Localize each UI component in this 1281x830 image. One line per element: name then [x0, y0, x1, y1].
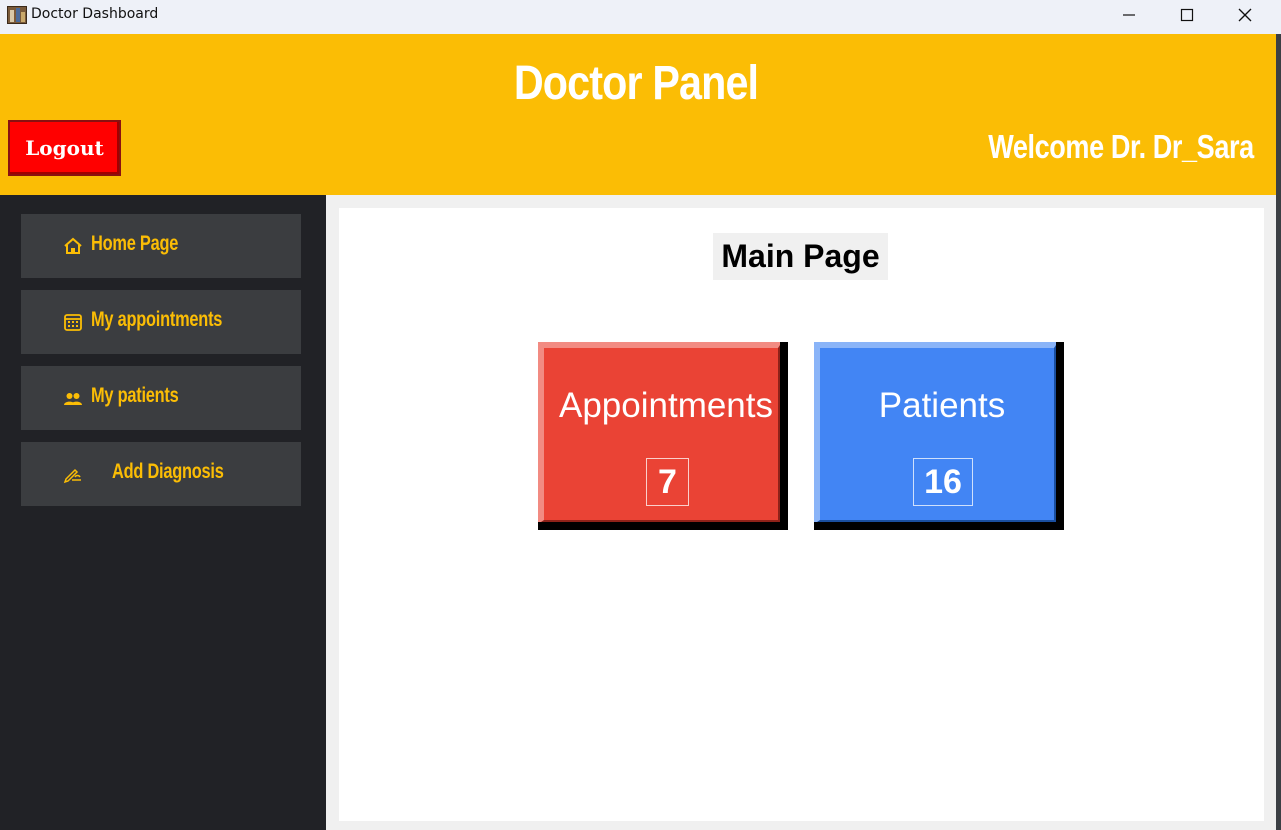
maximize-button[interactable]	[1158, 0, 1216, 30]
sidebar-item-patients[interactable]: My patients	[21, 366, 301, 430]
maximize-icon	[1180, 8, 1194, 22]
minimize-icon	[1123, 14, 1135, 16]
panel-title: Doctor Panel	[513, 57, 759, 110]
sidebar-item-appointments[interactable]: My appointments	[21, 290, 301, 354]
close-icon	[1238, 8, 1252, 22]
card-shadow	[538, 522, 788, 530]
appointments-count: 7	[646, 458, 689, 506]
sidebar-item-label: My patients	[91, 384, 179, 407]
users-icon	[63, 388, 83, 408]
page-title: Main Page	[713, 233, 888, 280]
card-shadow	[814, 522, 1064, 530]
sidebar-item-home[interactable]: Home Page	[21, 214, 301, 278]
logout-button[interactable]: Logout	[8, 120, 121, 176]
card-shadow	[1056, 342, 1064, 530]
home-icon	[63, 236, 83, 256]
card-shadow	[780, 342, 788, 530]
minimize-button[interactable]	[1100, 0, 1158, 30]
appointments-card[interactable]: Appointments 7	[538, 342, 788, 530]
sidebar-item-add-diagnosis[interactable]: Add Diagnosis	[21, 442, 301, 506]
sidebar-item-label: My appointments	[91, 308, 223, 331]
window-titlebar: Doctor Dashboard	[0, 0, 1281, 34]
welcome-text: Welcome Dr. Dr_Sara	[988, 128, 1255, 165]
sidebar: Home Page My appointments My patients Ad…	[0, 195, 326, 830]
sidebar-item-label: Add Diagnosis	[112, 460, 224, 483]
writing-hand-icon	[63, 464, 83, 484]
close-button[interactable]	[1216, 0, 1274, 30]
header-bar: Doctor Panel Logout Welcome Dr. Dr_Sara	[0, 34, 1276, 195]
window-edge	[1276, 34, 1281, 830]
patients-count: 16	[913, 458, 973, 506]
sidebar-item-label: Home Page	[91, 232, 179, 255]
window-title: Doctor Dashboard	[31, 6, 159, 22]
patients-card[interactable]: Patients 16	[814, 342, 1064, 530]
calendar-icon	[63, 312, 83, 332]
main-content: Main Page Appointments 7 Patients 16	[339, 208, 1264, 821]
card-label: Patients	[878, 386, 1006, 425]
card-label: Appointments	[558, 386, 774, 425]
card-face: Patients 16	[814, 342, 1058, 524]
app-icon	[7, 6, 27, 24]
card-face: Appointments 7	[538, 342, 782, 524]
